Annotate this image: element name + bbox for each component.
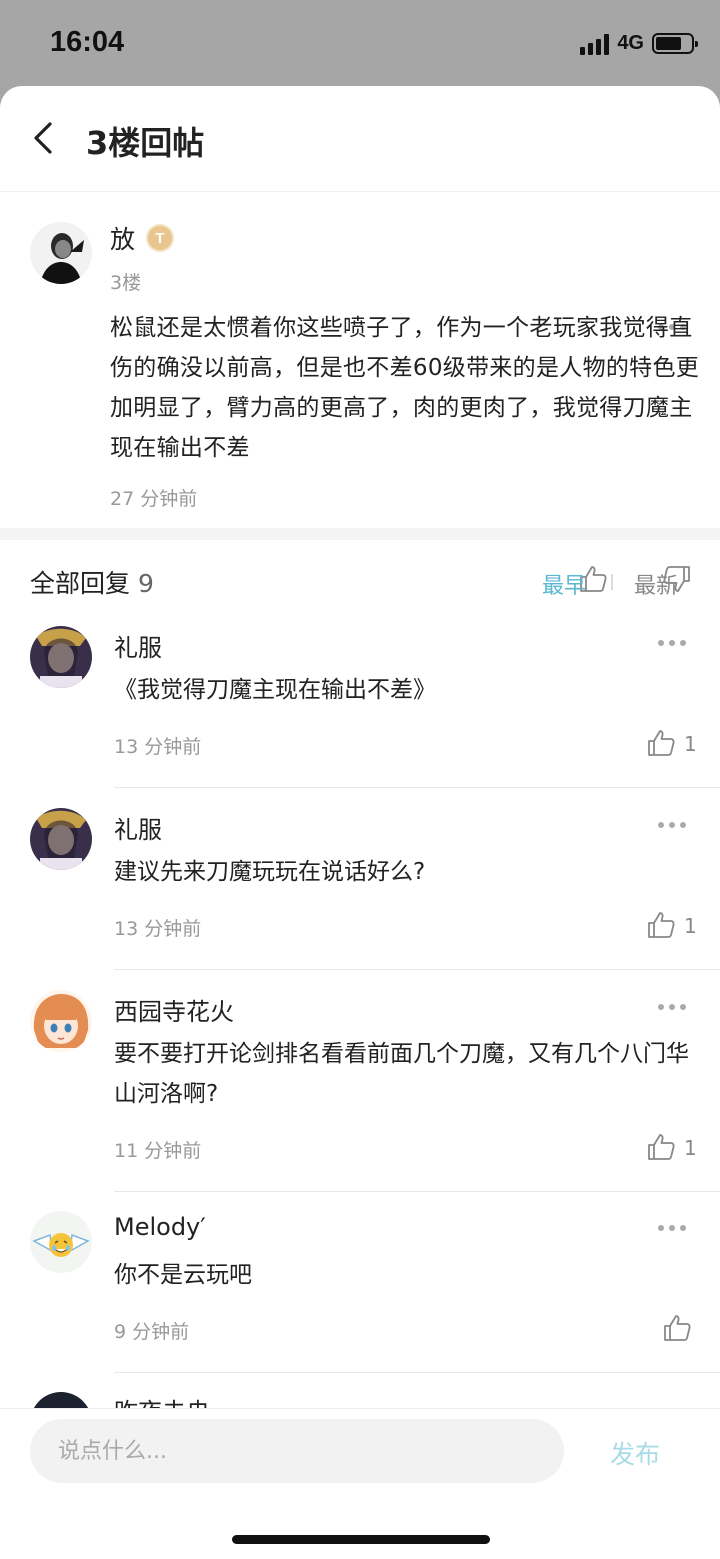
author-name[interactable]: 放 [110, 220, 135, 256]
publish-button[interactable]: 发布 [610, 1435, 660, 1471]
thumb-up-icon[interactable] [662, 1313, 692, 1343]
status-indicators: 4G [580, 32, 698, 55]
reply-time: 13 分钟前 [114, 918, 202, 940]
thumb-up-icon[interactable] [646, 910, 676, 940]
reply-author-name[interactable]: Melody′ [114, 1213, 206, 1241]
reply-author-name[interactable]: 昨夜未央 [114, 1392, 210, 1408]
more-icon[interactable] [658, 1223, 688, 1233]
reply-item: 礼服 《我觉得刀魔主现在输出不差》 13 分钟前 1 [0, 626, 720, 806]
signal-icon [580, 33, 610, 55]
reply-time: 9 分钟前 [114, 1321, 190, 1343]
back-arrow-icon[interactable] [30, 120, 56, 156]
level-badge: T [146, 224, 174, 252]
post-time: 27 分钟前 [110, 488, 198, 510]
reply-author-name[interactable]: 西园寺花火 [114, 992, 234, 1027]
divider [114, 969, 720, 970]
avatar[interactable] [30, 808, 92, 870]
reply-thread-sheet: 3楼回帖 放 T 3楼 松鼠还是太惯着你这些喷子了，作为一个老玩家我觉得直伤的确… [0, 86, 720, 1559]
page-title: 3楼回帖 [86, 124, 205, 162]
status-time: 16:04 [50, 26, 125, 58]
reply-text: 建议先来刀魔玩玩在说话好么? [114, 859, 426, 885]
sort-newest-tab[interactable]: 最新 [634, 568, 678, 600]
more-icon[interactable] [658, 638, 688, 648]
reply-time: 11 分钟前 [114, 1140, 202, 1162]
divider [114, 1191, 720, 1192]
replies-count: 9 [138, 569, 154, 598]
avatar[interactable] [30, 222, 92, 284]
post-body: 松鼠还是太惯着你这些喷子了，作为一个老玩家我觉得直伤的确没以前高，但是也不差60… [110, 315, 700, 461]
divider [114, 1372, 720, 1373]
avatar[interactable] [30, 626, 92, 688]
replies-title-label: 全部回复 [30, 569, 131, 598]
more-icon[interactable] [658, 820, 688, 830]
like-count: 1 [684, 732, 697, 756]
section-divider [0, 528, 720, 540]
reply-author-name[interactable]: 礼服 [114, 628, 162, 663]
replies-title: 全部回复 9 [30, 564, 154, 600]
reply-item: 礼服 建议先来刀魔玩玩在说话好么? 13 分钟前 1 [0, 808, 720, 988]
reply-author-name[interactable]: 礼服 [114, 810, 162, 845]
avatar[interactable] [30, 1392, 92, 1408]
floor-number: 3楼 [110, 272, 142, 294]
thumb-up-icon[interactable] [646, 1132, 676, 1162]
nav-bar: 3楼回帖 [0, 86, 720, 192]
reply-text: 要不要打开论剑排名看看前面几个刀魔，又有几个八门华山河洛啊? [114, 1041, 689, 1107]
reply-text: 你不是云玩吧 [114, 1262, 252, 1288]
reply-item: Melody′ 你不是云玩吧 9 分钟前 [0, 1211, 720, 1391]
comment-input[interactable] [30, 1419, 564, 1483]
reply-item: 昨夜未央 [0, 1392, 720, 1408]
network-label: 4G [617, 32, 644, 54]
divider [114, 787, 720, 788]
like-count: 1 [684, 1136, 697, 1160]
reply-item: 西园寺花火 要不要打开论剑排名看看前面几个刀魔，又有几个八门华山河洛啊? 11 … [0, 990, 720, 1210]
comment-composer: 发布 [0, 1408, 720, 1559]
sort-earliest-tab[interactable]: 最早 [542, 568, 586, 600]
main-post: 放 T 3楼 松鼠还是太惯着你这些喷子了，作为一个老玩家我觉得直伤的确没以前高，… [0, 192, 720, 592]
replies-header: 全部回复 9 最早 最新 [0, 540, 720, 624]
like-count: 1 [684, 914, 697, 938]
sort-separator [611, 574, 613, 590]
more-icon[interactable] [658, 1002, 688, 1012]
thumb-up-icon[interactable] [646, 728, 676, 758]
reply-time: 13 分钟前 [114, 736, 202, 758]
battery-icon [652, 33, 698, 54]
home-indicator[interactable] [232, 1535, 490, 1544]
status-bar: 16:04 4G [0, 0, 720, 86]
reply-text: 《我觉得刀魔主现在输出不差》 [114, 677, 436, 703]
avatar[interactable] [30, 990, 92, 1052]
avatar[interactable] [30, 1211, 92, 1273]
